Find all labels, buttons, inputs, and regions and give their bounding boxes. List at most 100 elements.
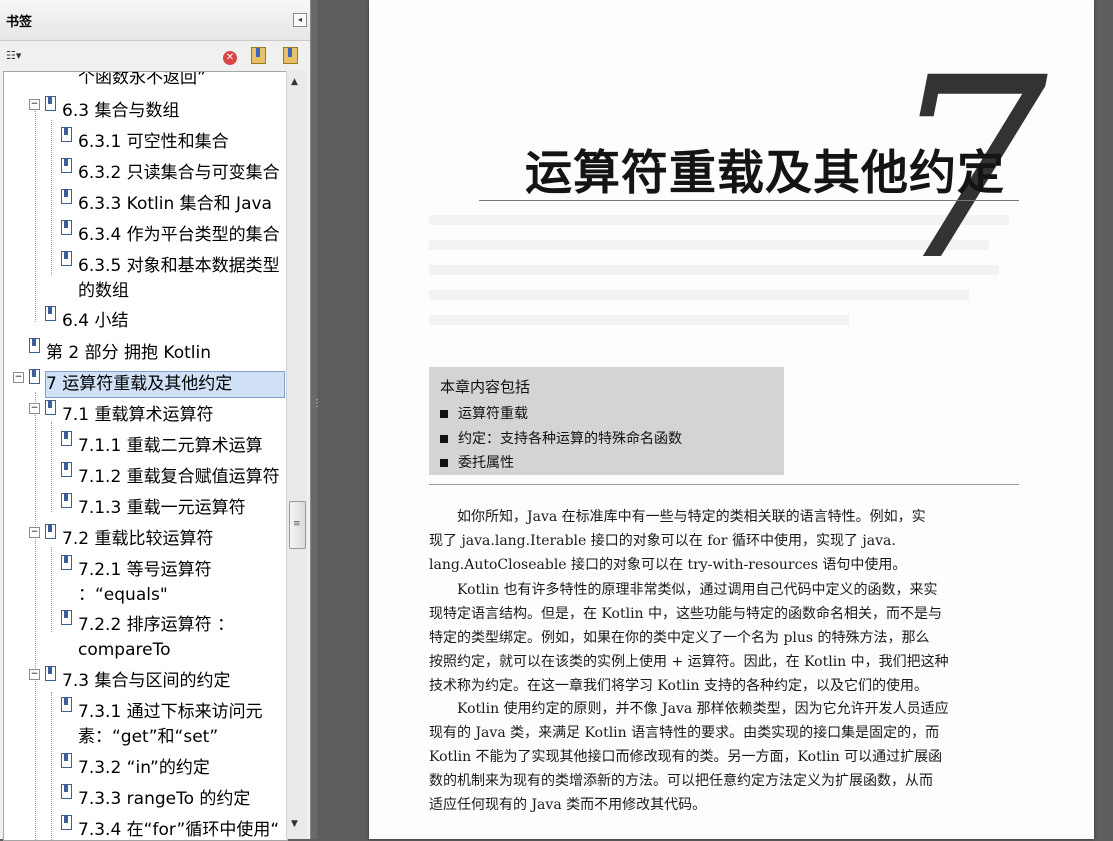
bookmark-item[interactable]: 7.1.2 重载复合赋值运算符	[4, 462, 287, 493]
paragraph-line: 现特定语言结构。但是，在 Kotlin 中，这些功能与特定的函数命名相关，而不是…	[429, 606, 943, 622]
bookmark-label: 6.3.5 对象和基本数据类型的数组	[78, 256, 280, 301]
scrollbar-thumb[interactable]: ≡	[289, 501, 306, 549]
bookmark-label: 6.3.4 作为平台类型的集合	[78, 225, 280, 245]
bookmark-item[interactable]: 7.3.2 “in”的约定	[4, 753, 287, 784]
title-rule	[479, 200, 1019, 201]
bookmark-label: 7 运算符重载及其他约定	[45, 371, 285, 398]
bookmark-item[interactable]: 第 2 部分 拥抱 Kotlin	[4, 338, 287, 369]
bookmark-item-selected[interactable]: − 7 运算符重载及其他约定	[4, 369, 287, 400]
bookmark-item[interactable]: − 7.1 重载算术运算符	[4, 400, 287, 431]
paragraph-line: 适应任何现有的 Java 类而不用修改其代码。	[429, 797, 707, 813]
bookmark-icon	[61, 251, 72, 266]
bookmark-item[interactable]: 6.3.2 只读集合与可变集合	[4, 158, 287, 189]
bookmark-item[interactable]: − 6.3 集合与数组	[4, 96, 287, 127]
bookmark-icon	[45, 306, 56, 321]
bookmark-icon	[45, 524, 56, 539]
bookmark-label: 7.3.1 通过下标来访问元素：“get”和“set”	[78, 702, 263, 747]
bookmark-icon	[61, 220, 72, 235]
bookmark-icon	[45, 666, 56, 681]
bookmark-icon	[61, 431, 72, 446]
bookmark-item[interactable]: 7.3.1 通过下标来访问元素：“get”和“set”	[4, 697, 287, 752]
panel-title: 书签	[6, 15, 33, 30]
bookmark-item[interactable]: 个函数永不返回”	[4, 72, 287, 97]
bookmark-icon	[61, 697, 72, 712]
paragraph-line: 如你所知，Java 在标准库中有一些与特定的类相关联的语言特性。例如，实	[429, 509, 926, 525]
bookmark-item[interactable]: − 7.3 集合与区间的约定	[4, 666, 287, 697]
grip-icon: ≡	[293, 519, 301, 529]
scroll-down-icon[interactable]: ▼	[291, 819, 298, 829]
chapter-summary-box: 本章内容包括 运算符重载 约定：支持各种运算的特殊命名函数 委托属性	[429, 367, 784, 475]
paragraph-line: 现有的 Java 类，来满足 Kotlin 语言特性的要求。由类实现的接口集是固…	[429, 725, 940, 741]
scroll-up-icon[interactable]: ▲	[291, 77, 298, 87]
bookmark-label: 7.1.2 重载复合赋值运算符	[78, 467, 280, 487]
bookmark-label: 7.3 集合与区间的约定	[62, 671, 231, 691]
summary-heading: 本章内容包括	[440, 378, 531, 396]
bookmark-item[interactable]: 7.2.2 排序运算符 ：compareTo	[4, 610, 287, 665]
bullet-icon	[440, 410, 448, 418]
summary-rule	[429, 484, 1019, 485]
panel-splitter[interactable]: ⋮	[311, 0, 322, 839]
bookmark-expand-icon	[250, 47, 266, 64]
paragraph-line: 数的机制来为现有的类增添新的方法。可以把任意约定方法定义为扩展函数，从而	[429, 773, 933, 789]
bookmark-label: 第 2 部分 拥抱 Kotlin	[46, 343, 212, 363]
options-menu-button[interactable]: ☷▾	[6, 49, 32, 64]
bookmark-item[interactable]: 7.3.4 在“for”循环中使用“	[4, 815, 287, 840]
chapter-title: 运算符重载及其他约定	[525, 146, 1005, 201]
bookmark-item[interactable]: 7.1.3 重载一元运算符	[4, 493, 287, 524]
bookmark-tree[interactable]: 个函数永不返回” − 6.3 集合与数组 6.3.1 可空性和集合 6.3.2 …	[3, 71, 288, 841]
document-page: 7 运算符重载及其他约定 本章内容包括 运算符重载 约定：支持各种运算的特殊命名…	[369, 0, 1094, 839]
collapse-toggle[interactable]: −	[29, 99, 40, 110]
bullet-icon	[440, 459, 448, 467]
summary-item: 约定：支持各种运算的特殊命名函数	[440, 428, 682, 448]
collapse-toggle[interactable]: −	[29, 527, 40, 538]
bookmark-icon	[29, 338, 40, 353]
bookmark-label: 7.3.3 rangeTo 的约定	[78, 789, 251, 809]
bookmark-label: 6.3.1 可空性和集合	[78, 132, 229, 152]
collapse-toggle[interactable]: −	[13, 372, 24, 383]
collapse-panel-button[interactable]: ◂	[293, 13, 307, 27]
bookmark-label: 7.3.4 在“for”循环中使用“	[78, 820, 280, 840]
bookmark-item[interactable]: − 7.2 重载比较运算符	[4, 524, 287, 555]
bookmark-icon	[61, 493, 72, 508]
bookmark-label: 7.1 重载算术运算符	[62, 405, 214, 425]
bookmark-icon	[61, 815, 72, 830]
bookmark-icon	[61, 127, 72, 142]
bookmark-icon	[61, 189, 72, 204]
bullet-icon	[440, 435, 448, 443]
bookmark-item[interactable]: 7.3.3 rangeTo 的约定	[4, 784, 287, 815]
bookmark-icon	[61, 555, 72, 570]
bookmark-icon	[45, 96, 56, 111]
bookmark-icon	[61, 753, 72, 768]
bookmark-label: 6.4 小结	[62, 311, 129, 331]
collapse-toggle[interactable]: −	[29, 403, 40, 414]
paragraph-line: 技术称为约定。在这一章我们将学习 Kotlin 支持的各种约定，以及它们的使用。	[429, 678, 929, 694]
bookmark-icon	[45, 400, 56, 415]
bookmark-item[interactable]: 7.1.1 重载二元算术运算	[4, 431, 287, 462]
delete-bookmark-button[interactable]: ✕	[221, 47, 239, 65]
summary-item-text: 约定：支持各种运算的特殊命名函数	[458, 431, 682, 447]
panel-header: 书签 ◂	[0, 0, 310, 41]
paragraph-line: lang.AutoCloseable 接口的对象可以在 try-with-res…	[429, 557, 907, 573]
bookmark-label: 7.2 重载比较运算符	[62, 529, 214, 549]
bookmark-icon	[61, 158, 72, 173]
summary-item: 运算符重载	[440, 403, 528, 423]
bleed-through-text	[429, 290, 969, 300]
bookmark-label: 6.3 集合与数组	[62, 101, 180, 121]
bookmark-item[interactable]: 6.3.5 对象和基本数据类型的数组	[4, 251, 287, 306]
bleed-through-text	[429, 315, 849, 325]
bookmark-item[interactable]: 6.3.3 Kotlin 集合和 Java	[4, 189, 287, 220]
collapse-toggle[interactable]: −	[29, 669, 40, 680]
bookmark-icon	[61, 784, 72, 799]
bookmark-item[interactable]: 7.2.1 等号运算符 ：“equals"	[4, 555, 287, 610]
bookmark-label: 6.3.2 只读集合与可变集合	[78, 163, 280, 183]
paragraph-line: 按照约定，就可以在该类的实例上使用 + 运算符。因此，在 Kotlin 中，我们…	[429, 654, 949, 670]
bookmark-item[interactable]: 6.3.1 可空性和集合	[4, 127, 287, 158]
expand-bookmark-button[interactable]	[249, 47, 267, 65]
summary-item-text: 委托属性	[458, 455, 514, 471]
bookmark-scrollbar[interactable]: ▲ ≡ ▼	[286, 71, 307, 839]
new-bookmark-button[interactable]	[281, 47, 299, 65]
delete-icon: ✕	[223, 51, 237, 65]
bookmark-toolbar: ☷▾ ✕	[0, 41, 310, 71]
bookmark-item[interactable]: 6.3.4 作为平台类型的集合	[4, 220, 287, 251]
bookmark-item[interactable]: 6.4 小结	[4, 306, 287, 337]
